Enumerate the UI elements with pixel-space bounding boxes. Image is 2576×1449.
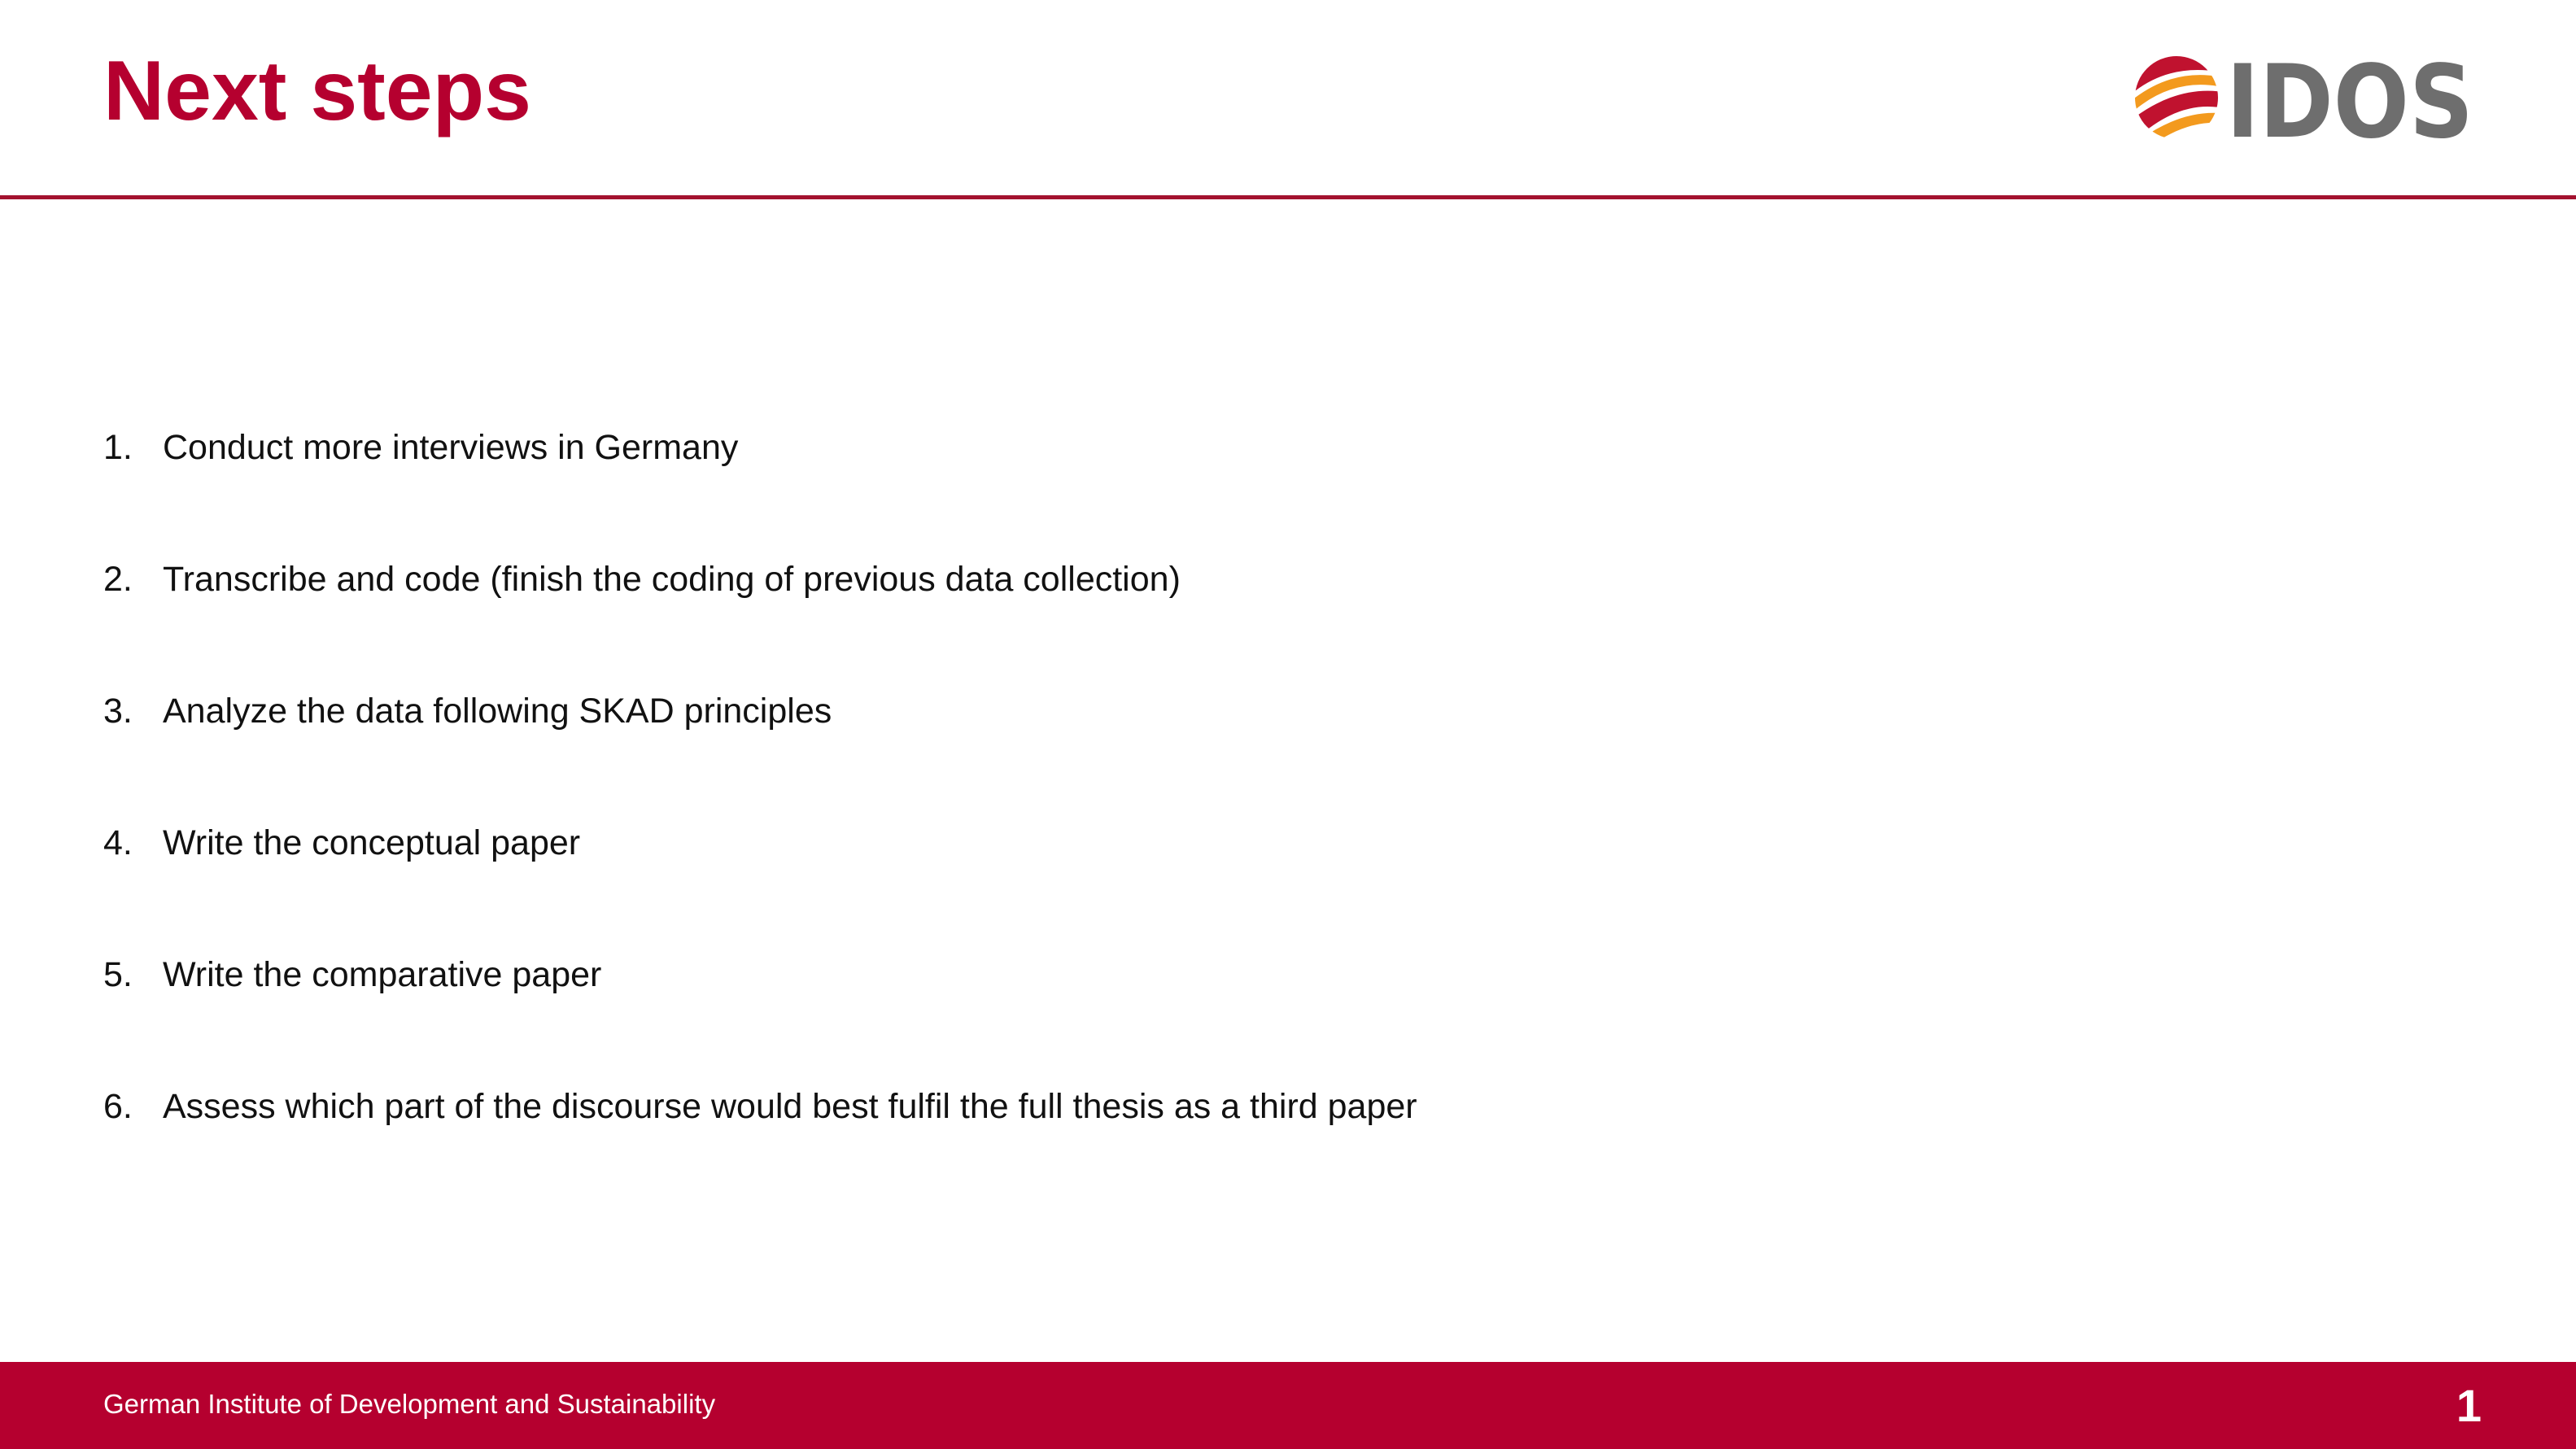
idos-logo: IDOS [2130, 44, 2480, 161]
list-item-text: Conduct more interviews in Germany [163, 428, 739, 467]
list-item-text: Transcribe and code (finish the coding o… [163, 560, 1181, 599]
list-item: 1. Conduct more interviews in Germany [103, 415, 1417, 547]
slide: Next steps IDOS 1. Conduct more intervie… [0, 0, 2576, 1449]
list-item-number: 2. [103, 560, 133, 599]
list-item-number: 6. [103, 1087, 133, 1126]
footer-bar: German Institute of Development and Sust… [0, 1362, 2576, 1449]
list-item: 4. Write the conceptual paper [103, 810, 1417, 942]
globe-ribbon-icon: IDOS [2135, 44, 2473, 161]
list-item-number: 5. [103, 955, 133, 994]
list-item-number: 1. [103, 428, 133, 467]
list-item-text: Write the conceptual paper [163, 823, 581, 862]
list-item: 3. Analyze the data following SKAD princ… [103, 679, 1417, 810]
list-item: 5. Write the comparative paper [103, 942, 1417, 1074]
list-item-number: 3. [103, 692, 133, 731]
list-item: 6. Assess which part of the discourse wo… [103, 1074, 1417, 1206]
list-item-text: Write the comparative paper [163, 955, 602, 994]
footer-organization: German Institute of Development and Sust… [103, 1389, 716, 1419]
list-item-text: Analyze the data following SKAD principl… [163, 692, 832, 731]
header-divider [0, 195, 2576, 199]
page-number: 1 [2456, 1380, 2482, 1431]
slide-title: Next steps [103, 44, 531, 138]
list-item-number: 4. [103, 823, 133, 862]
logo-wordmark: IDOS [2226, 50, 2473, 148]
list-item: 2. Transcribe and code (finish the codin… [103, 547, 1417, 679]
list-item-text: Assess which part of the discourse would… [163, 1087, 1417, 1126]
next-steps-list: 1. Conduct more interviews in Germany 2.… [103, 415, 1417, 1206]
